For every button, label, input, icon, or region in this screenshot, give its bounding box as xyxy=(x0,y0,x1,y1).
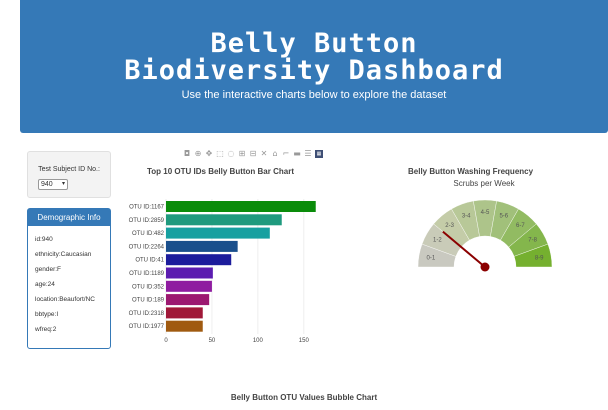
demographic-info-panel: Demographic Info id:940 ethnicity:Caucas… xyxy=(27,208,111,349)
gauge-segment[interactable] xyxy=(421,223,462,257)
gauge-segment-label: 6-7 xyxy=(516,223,525,229)
bar-chart-title: Top 10 OTU IDs Belly Button Bar Chart xyxy=(147,167,294,176)
lasso-icon[interactable]: ◌ xyxy=(227,150,235,158)
bar-x-tick-label: 150 xyxy=(299,338,310,344)
bar-category-label: OTU ID:2264 xyxy=(129,244,165,250)
demographic-info-title: Demographic Info xyxy=(28,209,110,226)
gauge-chart-title: Belly Button Washing Frequency xyxy=(408,167,534,176)
gauge-chart-subtitle: Scrubs per Week xyxy=(453,179,515,188)
zoom-out-icon[interactable]: ⊟ xyxy=(249,150,257,158)
bubble-chart-title: Belly Button OTU Values Bubble Chart xyxy=(230,393,378,402)
hover-closest-icon[interactable]: ▬ xyxy=(293,150,301,158)
subject-selector-label: Test Subject ID No.: xyxy=(38,166,100,173)
gauge-segment-label: 1-2 xyxy=(433,238,442,244)
hover-compare-icon[interactable]: ☰ xyxy=(304,150,312,158)
bar-category-label: OTU ID:189 xyxy=(132,298,165,304)
gauge-segment[interactable] xyxy=(417,243,457,268)
bar-mark[interactable] xyxy=(166,320,203,332)
bar-x-tick-label: 0 xyxy=(164,338,168,344)
bar-mark[interactable] xyxy=(166,240,238,252)
bar-mark[interactable] xyxy=(166,307,203,319)
bar-mark[interactable] xyxy=(166,227,270,239)
demographic-row: id:940 xyxy=(35,236,53,243)
gauge-segment-label: 7-8 xyxy=(528,238,537,244)
home-icon[interactable]: ⌂ xyxy=(271,150,279,158)
demographic-row: gender:F xyxy=(35,266,62,273)
page-title: Belly Button Biodiversity Dashboard xyxy=(20,30,608,84)
gauge-needle-hub xyxy=(480,262,490,272)
gauge-segment[interactable] xyxy=(508,223,549,257)
gauge-segment-label: 8-9 xyxy=(535,255,544,261)
bar-mark[interactable] xyxy=(166,280,212,292)
gauge-segment[interactable] xyxy=(473,199,497,237)
bar-category-label: OTU ID:482 xyxy=(132,231,165,237)
bar-category-label: OTU ID:352 xyxy=(132,284,165,290)
bar-category-label: OTU ID:1167 xyxy=(129,205,165,211)
zoom-icon[interactable]: ⊕ xyxy=(194,150,202,158)
bar-category-label: OTU ID:1977 xyxy=(129,324,165,330)
bar-mark[interactable] xyxy=(166,214,282,226)
demographic-row: ethnicity:Caucasian xyxy=(35,251,92,258)
plot-modebar: ◘ ⊕ ✥ ⬚ ◌ ⊞ ⊟ ✕ ⌂ ⌐ ▬ ☰ ▦ xyxy=(183,150,323,160)
header-jumbotron: Belly Button Biodiversity Dashboard Use … xyxy=(20,0,608,133)
bar-category-label: OTU ID:41 xyxy=(135,258,164,264)
bar-category-label: OTU ID:2859 xyxy=(129,218,165,224)
autoscale-icon[interactable]: ✕ xyxy=(260,150,268,158)
bar-mark[interactable] xyxy=(166,254,232,266)
bar-category-label: OTU ID:1189 xyxy=(129,271,165,277)
gauge-segment-label: 2-3 xyxy=(445,223,454,229)
demographic-row: age:24 xyxy=(35,281,55,288)
gauge-segment[interactable] xyxy=(500,208,537,248)
camera-icon[interactable]: ◘ xyxy=(183,150,191,158)
pan-icon[interactable]: ✥ xyxy=(205,150,213,158)
bar-category-label: OTU ID:2318 xyxy=(129,311,165,317)
gauge-segment[interactable] xyxy=(433,208,470,248)
gauge-segment[interactable] xyxy=(513,243,553,268)
title-line-2: Biodiversity Dashboard xyxy=(124,55,504,86)
zoom-in-icon[interactable]: ⊞ xyxy=(238,150,246,158)
box-select-icon[interactable]: ⬚ xyxy=(216,150,224,158)
bar-mark[interactable] xyxy=(166,267,213,279)
gauge-segment-label: 3-4 xyxy=(462,213,471,219)
gauge-segment[interactable] xyxy=(451,200,480,241)
plotly-logo-icon[interactable]: ▦ xyxy=(315,150,323,158)
bar-x-tick-label: 100 xyxy=(253,338,264,344)
gauge-segment[interactable] xyxy=(490,200,519,241)
demographic-row: wfreq:2 xyxy=(35,326,57,333)
demographic-row: bbtype:I xyxy=(35,311,59,318)
chevron-down-icon: ▾ xyxy=(61,181,65,187)
subject-id-dropdown[interactable]: 940 ▾ xyxy=(38,179,68,190)
demographic-row: location:Beaufort/NC xyxy=(35,296,95,303)
subject-selector-panel: Test Subject ID No.: 940 ▾ xyxy=(27,151,111,198)
subject-id-value: 940 xyxy=(41,181,53,188)
gauge-segment-label: 5-6 xyxy=(499,213,508,219)
gauge-segment-label: 0-1 xyxy=(426,255,435,261)
page-subtitle: Use the interactive charts below to expl… xyxy=(181,89,447,101)
gauge-segment-label: 4-5 xyxy=(481,210,490,216)
bar-mark[interactable] xyxy=(166,294,210,306)
spike-icon[interactable]: ⌐ xyxy=(282,150,290,158)
bar-x-tick-label: 50 xyxy=(209,338,216,344)
bar-mark[interactable] xyxy=(166,201,316,212)
gauge-needle xyxy=(442,230,486,268)
